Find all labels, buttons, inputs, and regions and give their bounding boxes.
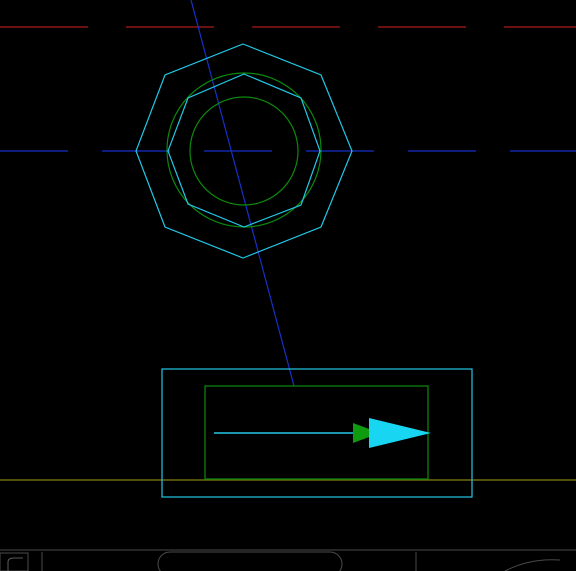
bottom-left-box	[0, 552, 29, 571]
bottom-center-rounded-panel	[157, 551, 343, 571]
bottom-left-curve-icon	[7, 557, 23, 571]
cad-drawing-canvas[interactable]	[0, 0, 576, 571]
arrow-head	[369, 418, 431, 448]
bottom-right-arc	[504, 559, 561, 571]
bottom-ui-strip	[0, 549, 576, 571]
